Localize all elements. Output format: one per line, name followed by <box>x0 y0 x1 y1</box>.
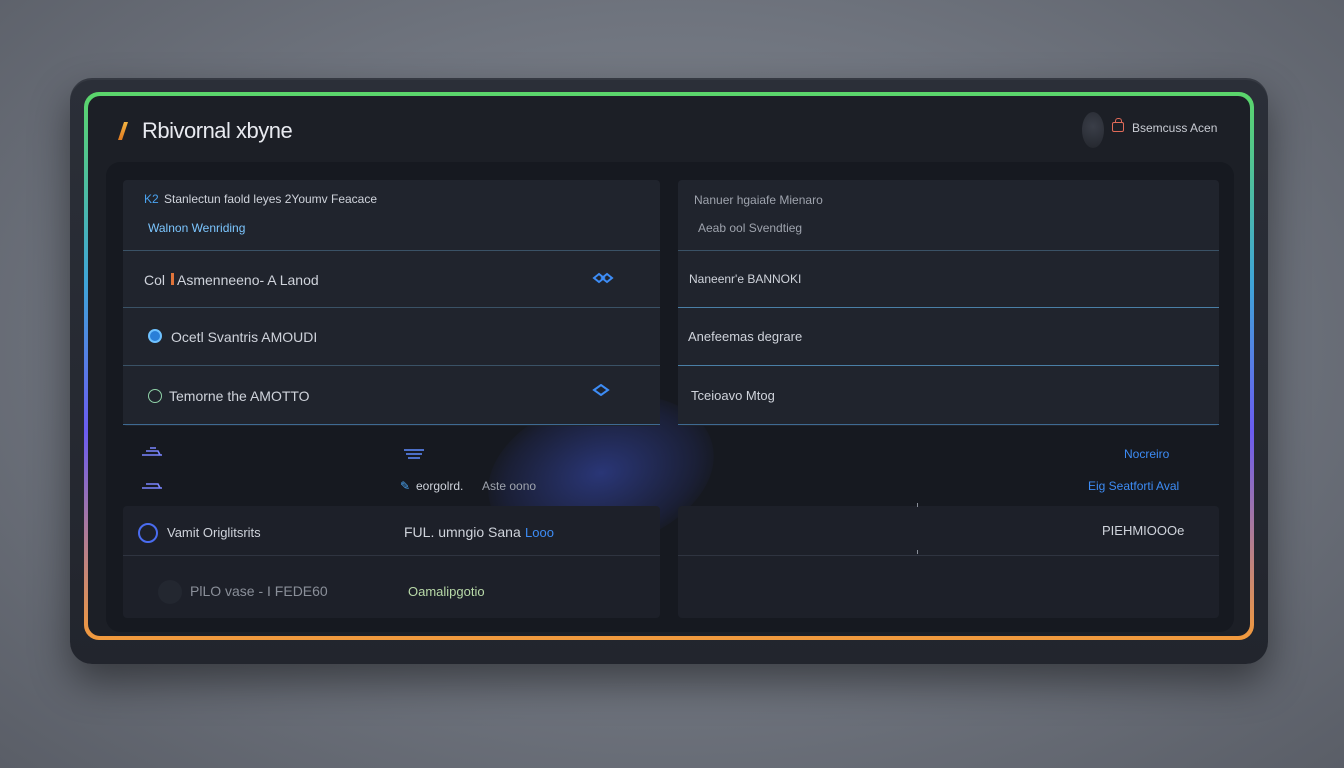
bag-icon[interactable] <box>1112 118 1124 132</box>
row-divider <box>123 424 660 425</box>
row-divider <box>678 555 1219 556</box>
tick-mark <box>917 503 918 507</box>
ship-icon <box>142 483 162 489</box>
row-divider <box>678 250 1219 251</box>
right-header-title: Nanuer hgaiafe Mienaro <box>694 193 823 207</box>
ship-icon <box>142 447 162 456</box>
meta-mid-label: eorgolrd. <box>416 479 464 493</box>
main-panel: K2 Stanlectun faold leyes 2Youmv Feacace… <box>106 162 1234 632</box>
menu-lines-icon[interactable] <box>402 447 426 459</box>
meta-right-label[interactable]: Eig Seatforti Aval <box>1088 479 1179 493</box>
row-right-label: PIEHMIOOOe <box>1102 523 1185 538</box>
row-mid-label: Oamalipgotio <box>408 584 485 599</box>
shield-icon <box>138 523 158 543</box>
row-prefix: Col <box>144 272 166 288</box>
edit-icon[interactable]: ✎ <box>400 479 410 493</box>
row-label[interactable]: Anefeemas degrare <box>688 329 802 344</box>
app-title: Rbivornal xbyne <box>142 118 293 143</box>
row-mid-label: FUL. umngio Sana <box>404 524 521 540</box>
tick-mark <box>917 550 918 554</box>
avatar[interactable] <box>1082 112 1104 148</box>
row-label: Ocetl Svantris AMOUDI <box>171 329 318 345</box>
row-label[interactable]: Naneenr'e BANNOKI <box>689 272 801 286</box>
circle-arrow-icon <box>148 329 162 343</box>
row-mid-value: Looo <box>525 525 554 540</box>
left-header-subtitle[interactable]: Walnon Wenriding <box>148 221 245 235</box>
account-label[interactable]: Bsemcuss Acen <box>1132 121 1217 135</box>
circle-refresh-icon <box>148 389 162 403</box>
right-header-subtitle: Aeab ool Svendtieg <box>698 221 803 235</box>
bottom-left-card <box>123 506 660 618</box>
row-label: Temorne the AMOTTO <box>169 388 310 404</box>
row-label: Vamit Origlitsrits <box>167 525 261 540</box>
app-logo-icon <box>118 122 128 140</box>
avatar <box>158 580 182 604</box>
row-divider <box>123 555 660 556</box>
meta-right-label[interactable]: Nocreiro <box>1124 447 1169 461</box>
meta-mid-label2: Aste oono <box>482 479 537 493</box>
row-label: Asmenneeno- A Lanod <box>177 272 319 288</box>
row-divider <box>123 250 660 251</box>
row-label[interactable]: Tceioavo Mtog <box>691 388 775 403</box>
row-divider <box>678 365 1219 366</box>
left-header-title: Stanlectun faold leyes 2Youmv Feacace <box>164 192 378 206</box>
row-label: PlLO vase - I FEDE60 <box>190 583 328 599</box>
row-divider <box>123 365 660 366</box>
app-header: Rbivornal xbyne Bsemcuss Acen <box>88 96 1250 162</box>
row-divider <box>678 307 1219 308</box>
row-divider <box>678 424 1219 425</box>
marker-icon <box>171 273 174 285</box>
double-chevron-icon[interactable] <box>592 272 614 284</box>
chevron-icon[interactable] <box>592 384 610 396</box>
header-prefix: K2 <box>144 192 159 206</box>
row-divider <box>123 307 660 308</box>
